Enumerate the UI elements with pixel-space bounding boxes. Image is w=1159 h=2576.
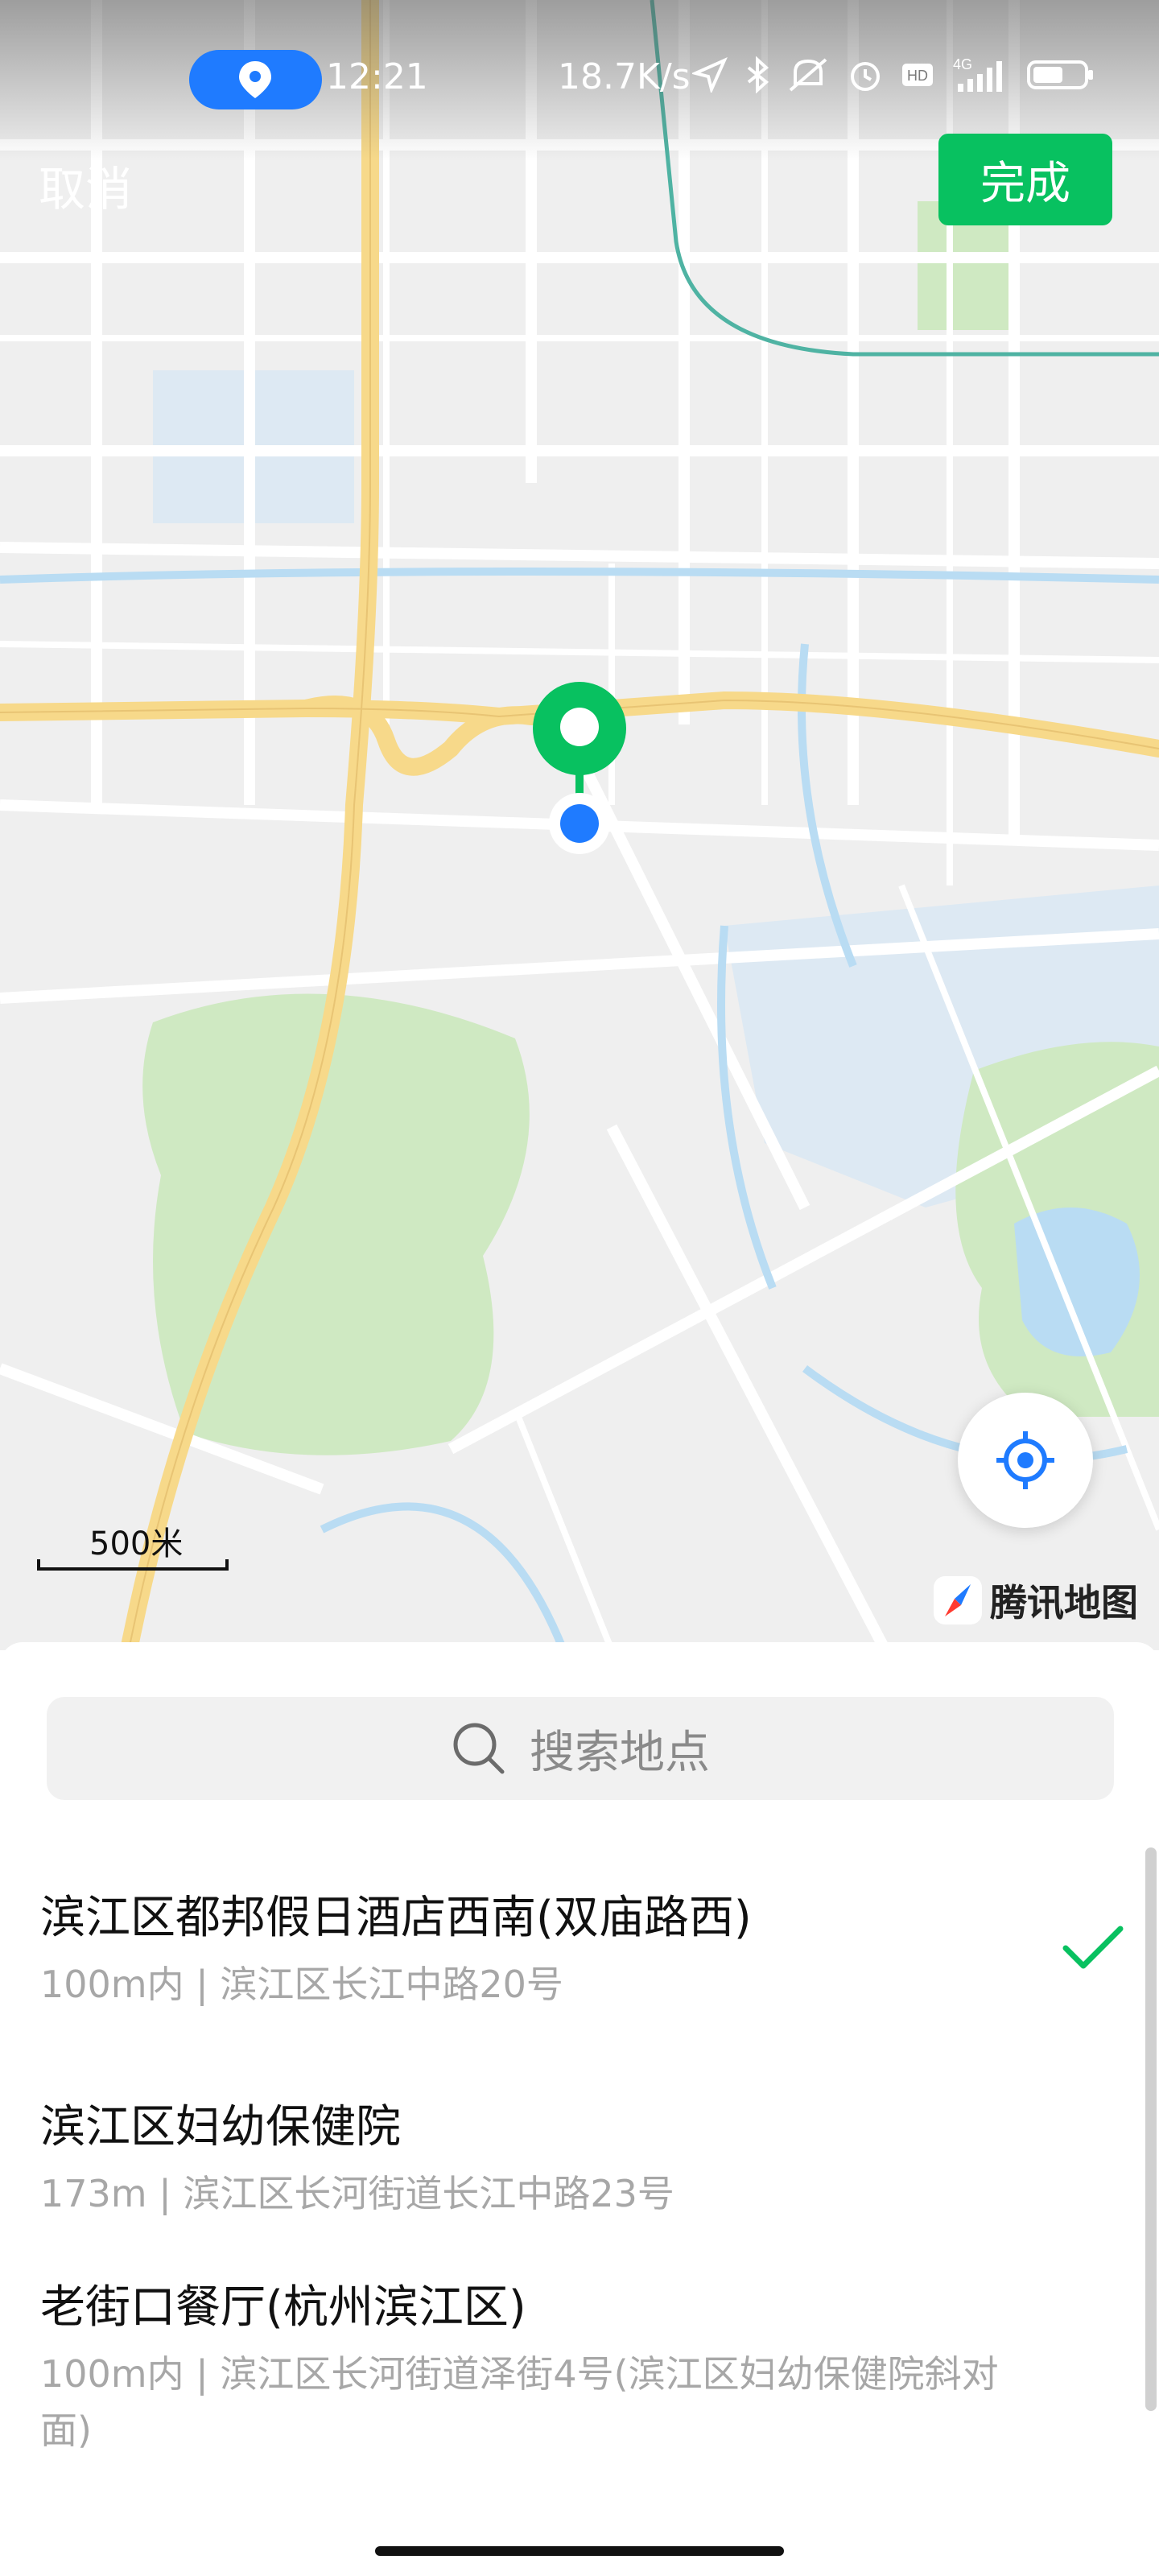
list-scrollbar[interactable]	[1145, 1847, 1157, 2411]
svg-text:4G: 4G	[953, 56, 972, 72]
compass-logo-icon	[934, 1576, 982, 1624]
locate-me-button[interactable]	[958, 1393, 1093, 1528]
status-time: 12:21	[326, 56, 428, 97]
result-subtitle: 100m内 | 滨江区长河街道泽街4号(滨江区妇幼保健院斜对面)	[40, 2352, 999, 2452]
navigation-arrow-icon	[692, 57, 728, 93]
result-title: 滨江区妇幼保健院	[40, 2101, 401, 2153]
selected-check-icon	[1062, 1926, 1124, 1969]
hd-icon: HD	[902, 64, 933, 86]
result-title: 滨江区都邦假日酒店西南(双庙路西)	[40, 1892, 752, 1944]
bluetooth-icon	[747, 56, 769, 93]
search-placeholder: 搜索地点	[530, 1726, 710, 1779]
search-input[interactable]: 搜索地点	[47, 1697, 1114, 1800]
result-item-1[interactable]: 滨江区都邦假日酒店西南(双庙路西) 100m内 | 滨江区长江中路20号	[40, 1890, 1087, 2013]
signal-icon: 4G	[953, 56, 1002, 92]
cancel-button[interactable]: 取消	[39, 151, 132, 219]
location-pill[interactable]	[189, 50, 322, 109]
result-item-3[interactable]: 老街口餐厅(杭州滨江区) 100m内 | 滨江区长河街道泽街4号(滨江区妇幼保健…	[40, 2280, 1038, 2458]
crosshair-icon	[996, 1431, 1054, 1489]
battery-icon	[1027, 60, 1093, 89]
map-scale: 500米	[37, 1517, 230, 1574]
network-speed: 18.7K/s	[558, 56, 691, 97]
svg-text:HD: HD	[907, 68, 928, 84]
map-provider-logo: 腾讯地图	[932, 1574, 1138, 1627]
alarm-icon	[851, 62, 880, 91]
scale-label: 500米	[89, 1525, 184, 1563]
search-icon	[453, 1723, 505, 1774]
home-indicator[interactable]	[375, 2546, 784, 2556]
result-subtitle: 100m内 | 滨江区长江中路20号	[40, 1963, 563, 2006]
map-view[interactable]: 500米 腾讯地图	[0, 0, 1159, 1650]
map-provider-label: 腾讯地图	[990, 1581, 1138, 1624]
result-title: 老街口餐厅(杭州滨江区)	[40, 2281, 526, 2334]
done-button[interactable]: 完成	[938, 134, 1112, 225]
result-subtitle: 173m | 滨江区长河街道长江中路23号	[40, 2172, 674, 2215]
scale-bar	[37, 1559, 229, 1571]
mute-icon	[789, 58, 827, 92]
selected-location-pin-icon	[533, 682, 626, 854]
location-pill-icon	[239, 61, 271, 98]
result-item-2[interactable]: 滨江区妇幼保健院 173m | 滨江区长河街道长江中路23号	[40, 2099, 1087, 2222]
status-icons: HD 4G	[692, 56, 1095, 93]
